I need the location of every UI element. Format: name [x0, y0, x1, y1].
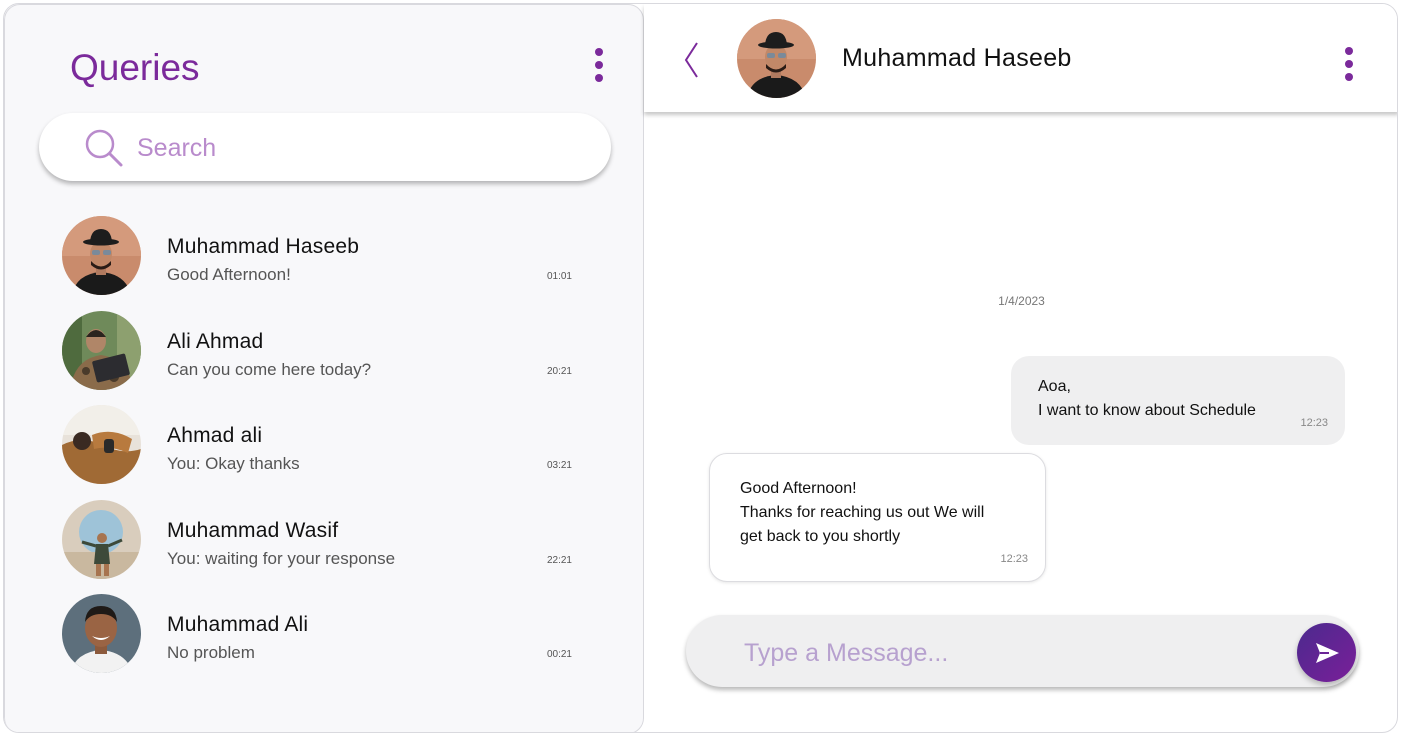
- avatar: [62, 499, 141, 579]
- chat-app: Queries Search Muhammad Haseeb Good Afte…: [3, 3, 1398, 733]
- list-item[interactable]: Muhammad Haseeb Good Afternoon! 01:01: [5, 213, 645, 308]
- message-time: 12:23: [1000, 553, 1028, 565]
- avatar: [737, 19, 816, 98]
- contact-name: Muhammad Haseeb: [167, 235, 360, 258]
- avatar: [62, 216, 141, 295]
- more-options-icon[interactable]: [1344, 47, 1354, 81]
- contact-last-message: You: waiting for your response: [167, 548, 396, 568]
- chat-header: Muhammad Haseeb: [644, 4, 1397, 112]
- avatar: [62, 310, 141, 390]
- message-time: 12:23: [1300, 417, 1328, 429]
- contact-last-message: Good Afternoon!: [167, 265, 291, 284]
- contact-last-message: You: Okay thanks: [167, 454, 300, 473]
- panel-title: Queries: [70, 47, 200, 88]
- outgoing-message: Aoa, I want to know about Schedule 12:23: [1011, 356, 1345, 445]
- contact-name: Ahmad ali: [167, 424, 263, 447]
- contact-time: 01:01: [546, 271, 572, 282]
- message-composer: [686, 615, 1359, 687]
- avatar: [62, 594, 141, 673]
- chat-contact-name: Muhammad Haseeb: [842, 44, 1072, 72]
- search-bar: [39, 113, 611, 181]
- list-item[interactable]: Muhammad Wasif You: waiting for your res…: [5, 497, 645, 592]
- contact-time: 22:21: [546, 554, 572, 566]
- contact-last-message: No problem: [167, 643, 255, 662]
- search-icon: [85, 129, 123, 167]
- avatar: [62, 405, 141, 484]
- list-item[interactable]: Ali Ahmad Can you come here today? 20:21: [5, 308, 645, 403]
- contact-name: Ali Ahmad: [167, 329, 264, 353]
- contact-time: 20:21: [546, 365, 572, 377]
- message-input[interactable]: [744, 635, 1264, 671]
- back-arrow-icon[interactable]: [682, 40, 702, 80]
- list-item[interactable]: Ahmad ali You: Okay thanks 03:21: [5, 402, 645, 497]
- contact-last-message: Can you come here today?: [167, 359, 372, 379]
- list-item[interactable]: Muhammad Ali No problem 00:21: [5, 591, 645, 686]
- message-text: Good Afternoon! Thanks for reaching us o…: [740, 480, 985, 545]
- message-text: Aoa, I want to know about Schedule: [1038, 378, 1256, 419]
- incoming-message: Good Afternoon! Thanks for reaching us o…: [709, 453, 1046, 582]
- date-separator: 1/4/2023: [998, 294, 1045, 308]
- contact-name: Muhammad Wasif: [167, 518, 339, 542]
- contact-time: 00:21: [546, 649, 572, 660]
- contact-name: Muhammad Ali: [167, 613, 309, 636]
- contact-time: 03:21: [546, 460, 572, 471]
- send-icon: [1315, 642, 1339, 663]
- more-options-icon[interactable]: [594, 48, 604, 82]
- send-button[interactable]: [1297, 623, 1356, 682]
- conversations-panel: Queries Search Muhammad Haseeb Good Afte…: [4, 4, 645, 732]
- conversation-list: Muhammad Haseeb Good Afternoon! 01:01 Al…: [5, 213, 645, 686]
- search-input[interactable]: [137, 131, 577, 165]
